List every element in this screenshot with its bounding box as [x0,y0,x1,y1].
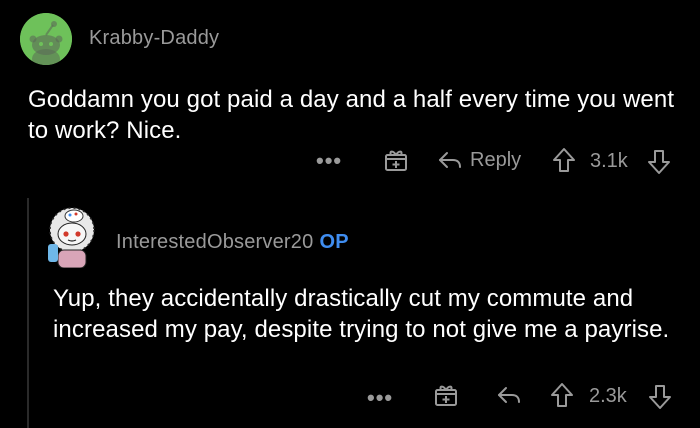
vote-count-text: 3.1k [590,150,628,172]
reply-label: Reply [470,148,522,171]
more-options-icon: ••• [367,385,394,410]
downvote-button[interactable] [646,148,672,176]
award-button[interactable] [433,382,459,408]
avatar[interactable] [44,206,100,268]
more-options-icon: ••• [316,148,343,173]
comment-body: Goddamn you got paid a day and a half ev… [28,84,678,146]
more-options-button[interactable]: ••• [316,148,342,174]
op-badge: OP [319,231,349,253]
username-text: Krabby-Daddy [89,27,220,49]
snoo-avatar-icon [48,207,95,268]
vote-count: 2.3k [589,385,627,408]
avatar[interactable] [20,13,72,65]
downvote-button[interactable] [647,383,673,411]
upvote-button[interactable] [551,146,577,174]
comment-username[interactable]: InterestedObserver20 OP [116,231,349,254]
more-options-button[interactable]: ••• [367,385,393,411]
upvote-button[interactable] [549,381,575,409]
upvote-arrow-icon [551,383,573,407]
vote-count: 3.1k [590,150,628,173]
reply-button[interactable]: Reply [437,148,521,172]
gift-icon [435,385,457,406]
downvote-arrow-icon [648,150,670,174]
thread-line[interactable] [27,198,29,428]
reply-arrow-icon [498,387,520,403]
comment-text: Goddamn you got paid a day and a half ev… [28,86,675,144]
vote-count-text: 2.3k [589,385,627,407]
username-text: InterestedObserver20 [116,231,314,253]
reply-arrow-icon [439,152,461,168]
comment-body: Yup, they accidentally drastically cut m… [53,283,683,345]
snoo-avatar-icon [20,13,72,65]
comment-text: Yup, they accidentally drastically cut m… [53,285,670,343]
gift-icon [385,150,407,171]
downvote-arrow-icon [649,385,671,409]
reply-button[interactable] [496,383,522,407]
comment-username[interactable]: Krabby-Daddy [89,27,219,50]
award-button[interactable] [383,147,409,173]
upvote-arrow-icon [553,148,575,172]
